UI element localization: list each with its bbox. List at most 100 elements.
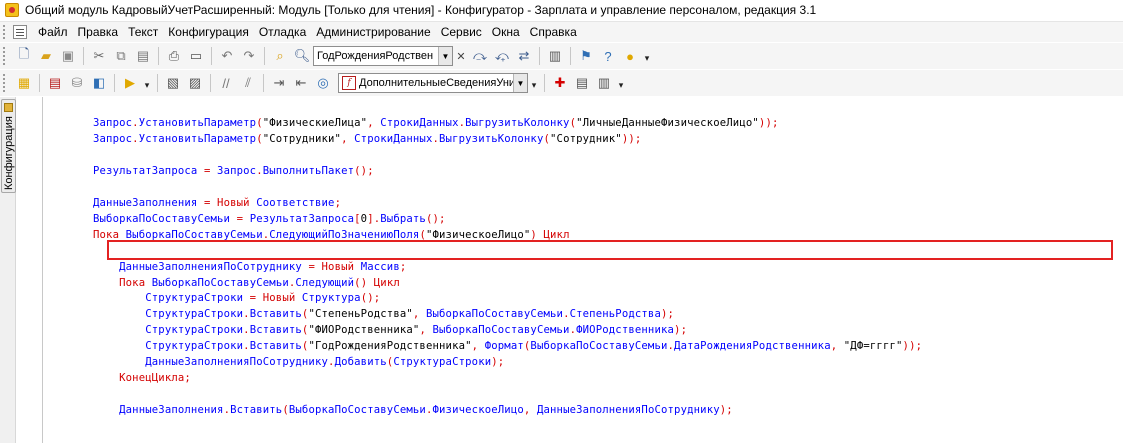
code-token: УстановитьПараметр [138,117,257,129]
block-icon[interactable]: ▥ [593,72,615,94]
code-token: ВыполнитьПакет [262,164,355,177]
configuration-side-tab[interactable]: Конфигурация [1,99,16,193]
code-line[interactable]: ДанныеЗаполненияПоСотруднику = Новый Мас… [93,259,406,275]
menubar-grip[interactable] [3,25,9,39]
code-line[interactable]: СтруктураСтроки.Вставить("ГодРожденияРод… [93,338,922,354]
code-line[interactable]: ДанныеЗаполнения = Новый Соответствие; [93,195,341,211]
replace-icon[interactable]: ⇄ [513,45,535,67]
toolbar-grip[interactable] [3,74,9,92]
procedure-dropdown-icon[interactable]: ▾ [528,72,540,94]
open-folder-icon[interactable]: ▰ [35,45,57,67]
menu-edit[interactable]: Правка [73,25,124,39]
chevron-down-icon[interactable]: ▼ [513,74,527,92]
system-menu-icon[interactable] [13,25,27,39]
code-token: ФизическоеЛицо [432,404,524,417]
menu-file[interactable]: Файл [33,25,73,39]
toolbar-overflow-icon[interactable]: ▾ [641,45,653,67]
start-debug-icon[interactable]: ▶ [119,72,141,94]
new-document-icon[interactable]: 🗋 [13,45,35,67]
toolbar-separator [211,47,212,65]
search-input[interactable]: ГодРожденияРодствен ▼ [313,46,453,66]
menu-windows[interactable]: Окна [487,25,525,39]
module-toolbar: ▦ ▤ ⛁ ◧ ▶ ▾ ▧ ▨ // ⫽ ⇥ ⇤ ◎ f Дополнитель… [0,70,1123,96]
side-panel: Конфигурация [0,97,16,443]
code-token: = [197,196,218,209]
update-config-icon[interactable]: ◧ [88,72,110,94]
code-token: ВыгрузитьКолонку [465,117,570,129]
code-token: "ФизическиеЛица" [262,117,368,129]
code-line[interactable]: КонецЦикла; [93,370,191,386]
copy-icon[interactable]: ⧉ [110,45,132,67]
paste-icon[interactable]: ▤ [132,45,154,67]
chevron-down-icon[interactable]: ▼ [438,47,452,65]
code-line[interactable]: ДанныеЗаполнения.Вставить(ВыборкаПоСоста… [93,402,733,418]
database-icon[interactable]: ⛁ [66,72,88,94]
code-line[interactable]: РезультатЗапроса = Запрос.ВыполнитьПакет… [93,163,374,179]
code-token: Запрос [93,117,133,129]
code-token: ВыгрузитьКолонку [439,132,544,145]
code-line[interactable]: Пока ВыборкаПоСоставуСемьи.Следующий() Ц… [93,275,400,291]
menu-configuration[interactable]: Конфигурация [163,25,254,39]
syntax-assistant-icon[interactable]: ⚑ [575,45,597,67]
bookmark-icon[interactable]: ▥ [544,45,566,67]
find-icon[interactable]: 🔍︎ [291,45,313,67]
code-token: )); [902,340,923,353]
indent-icon[interactable]: ⇥ [268,72,290,94]
print-icon[interactable]: ⎙ [163,45,185,67]
remove-bookmark-icon[interactable]: ▤ [571,72,593,94]
standard-toolbar: 🗋 ▰ ▣ ✂ ⧉ ▤ ⎙ ▭ ↶ ↷ ⌕ 🔍︎ ГодРожденияРодс… [0,43,1123,69]
code-line[interactable]: ДанныеЗаполненияПоСотруднику.Добавить(Ст… [93,354,504,370]
save-icon[interactable]: ▣ [57,45,79,67]
code-token: Пока [93,228,120,241]
help-icon[interactable]: ? [597,45,619,67]
uncomment-icon[interactable]: ⫽ [237,72,259,94]
module-structure-icon[interactable]: ▤ [44,72,66,94]
code-token: ВыборкаПоСоставуСемьи [125,228,263,241]
code-token: () [354,276,374,289]
module-icon[interactable]: ▧ [162,72,184,94]
menu-debug[interactable]: Отладка [254,25,311,39]
code-line[interactable]: Запрос.УстановитьПараметр("Сотрудники", … [93,131,641,147]
code-line[interactable]: СтруктураСтроки = Новый Структура(); [93,290,380,306]
code-token: РезультатЗапроса [249,212,355,225]
code-token: , [367,117,381,129]
menu-service[interactable]: Сервис [436,25,487,39]
undo-icon[interactable]: ↶ [216,45,238,67]
procedure-select[interactable]: f ДополнительныеСведенияУни ▼ [338,73,528,93]
debug-dropdown-icon[interactable]: ▾ [141,72,153,94]
toolbar-grip[interactable] [3,47,9,65]
code-line[interactable]: ВыборкаПоСоставуСемьи = РезультатЗапроса… [93,211,446,227]
info-icon[interactable]: ● [619,45,641,67]
code-line[interactable]: Запрос.УстановитьПараметр("ФизическиеЛиц… [93,115,779,131]
code-token: РезультатЗапроса [93,164,198,177]
add-bookmark-icon[interactable]: ✚ [549,72,571,94]
code-token: СтруктураСтроки [145,340,244,353]
comment-icon[interactable]: // [215,72,237,94]
code-token: УстановитьПараметр [138,132,257,145]
outdent-icon[interactable]: ⇤ [290,72,312,94]
code-token: Формат [484,340,524,353]
code-line[interactable]: СтруктураСтроки.Вставить("ФИОРодственник… [93,322,687,338]
config-tree-icon[interactable]: ▦ [13,72,35,94]
find-next-icon[interactable]: ⤼ [469,45,491,67]
menu-text[interactable]: Текст [123,25,163,39]
cut-icon[interactable]: ✂ [88,45,110,67]
code-token: СледующийПоЗначениюПоля [269,228,420,241]
code-editor[interactable]: Запрос.УстановитьПараметр("ФизическиеЛиц… [43,97,1123,443]
procedure-list-icon[interactable]: ◎ [312,72,334,94]
find-prev-icon[interactable]: ⤽ [491,45,513,67]
code-token: , [471,340,485,353]
clear-search-icon[interactable]: ✕ [453,46,469,66]
find-in-text-icon[interactable]: ⌕ [269,45,291,67]
configuration-icon [4,103,13,112]
code-token: Вставить [249,324,302,337]
print-preview-icon[interactable]: ▭ [185,45,207,67]
menu-administration[interactable]: Администрирование [311,25,435,39]
menu-help[interactable]: Справка [525,25,582,39]
redo-icon[interactable]: ↷ [238,45,260,67]
form-icon[interactable]: ▨ [184,72,206,94]
code-line[interactable]: СтруктураСтроки.Вставить("СтепеньРодства… [93,306,674,322]
code-token: Запрос [93,132,133,145]
toolbar-overflow-icon[interactable]: ▾ [615,72,627,94]
